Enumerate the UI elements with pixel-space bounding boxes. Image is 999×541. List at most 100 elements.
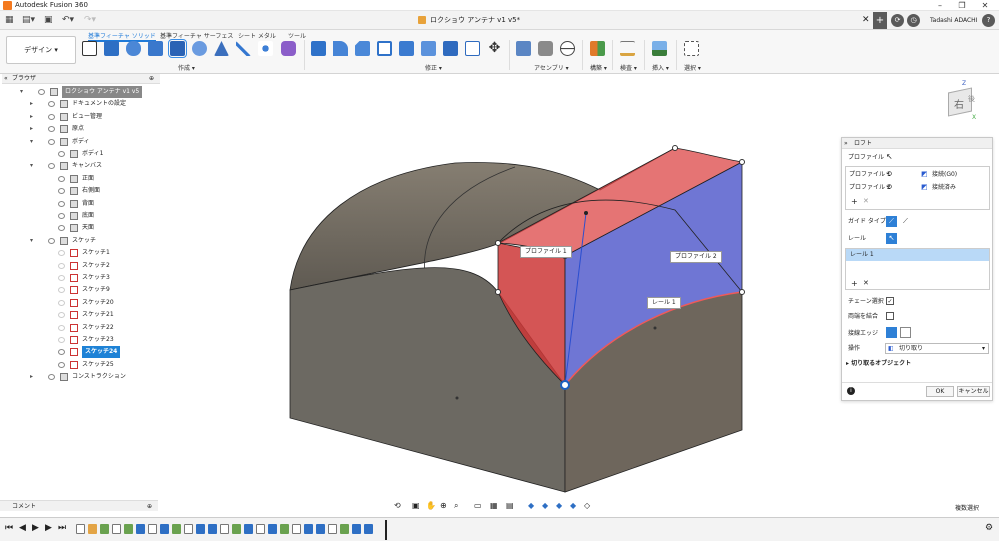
eye-icon[interactable] — [58, 312, 65, 319]
pattern-icon[interactable] — [258, 41, 273, 56]
restore-icon[interactable]: ❐ — [951, 0, 973, 11]
timeline-feature-icon[interactable] — [316, 524, 325, 534]
timeline-feature-icon[interactable] — [328, 524, 337, 534]
pin-icon[interactable]: ⊕ — [149, 74, 154, 84]
chevron-right-icon[interactable]: ▸ — [30, 371, 33, 383]
workspace-switcher-button[interactable]: デザイン ▾ — [6, 36, 76, 64]
redo-icon[interactable]: ↷▾ — [84, 14, 96, 26]
eye-icon[interactable] — [58, 324, 65, 331]
browser-row[interactable]: スケッチ25 — [2, 359, 160, 371]
browser-row[interactable]: スケッチ24 — [2, 346, 160, 359]
browser-row[interactable]: ▾ キャンバス — [2, 160, 160, 172]
browser-row[interactable]: スケッチ21 — [2, 309, 160, 321]
eye-icon[interactable] — [58, 262, 65, 269]
inspect-group-label[interactable]: 検査 ▾ — [620, 63, 637, 72]
construct-group-label[interactable]: 構築 ▾ — [590, 63, 607, 72]
document-tab-title[interactable]: ロクショウ アンテナ v1 v5* — [430, 14, 520, 26]
save-icon[interactable]: ▣ — [44, 14, 53, 26]
assembly-group-label[interactable]: アセンブリ ▾ — [534, 63, 569, 72]
timeline-feature-icon[interactable] — [184, 524, 193, 534]
browser-row[interactable]: 正面 — [2, 173, 160, 185]
fit-icon[interactable]: ⌕ — [454, 501, 458, 511]
eye-icon[interactable] — [58, 188, 65, 195]
collapse-icon[interactable]: « — [4, 74, 8, 84]
browser-row[interactable]: ボディ1 — [2, 148, 160, 160]
grid-settings-icon[interactable]: ▦ — [490, 501, 498, 510]
browser-row[interactable]: ▾ ボディ — [2, 136, 160, 148]
comment-pin-icon[interactable]: ⊕ — [147, 501, 152, 512]
timeline-feature-icon[interactable] — [256, 524, 265, 534]
eye-icon[interactable] — [58, 250, 65, 257]
viewport-settings-icon[interactable]: ▤ — [506, 501, 514, 510]
timeline-feature-icon[interactable] — [364, 524, 373, 534]
mirror-icon[interactable] — [236, 41, 251, 56]
centerline-guide-icon[interactable]: ⟋ — [900, 216, 911, 227]
insert-image-icon[interactable] — [652, 41, 667, 56]
tangent-keep-icon[interactable] — [900, 327, 911, 338]
timeline-feature-icon[interactable] — [160, 524, 169, 534]
timeline-feature-icon[interactable] — [220, 524, 229, 534]
move-icon[interactable]: ✥ — [487, 41, 502, 56]
rail-1-item[interactable]: レール 1 — [846, 249, 989, 261]
minimize-icon[interactable]: – — [929, 0, 951, 11]
extrude-icon[interactable] — [104, 41, 119, 56]
profile-1-name[interactable]: プロファイル 1 — [849, 170, 891, 180]
browser-row[interactable]: ▸ ビュー管理 — [2, 111, 160, 123]
profile-1-loop-icon[interactable]: ⟲ — [886, 170, 892, 178]
profile-2-name[interactable]: プロファイル 2 — [849, 183, 891, 193]
chevron-down-icon[interactable]: ▾ — [20, 86, 23, 98]
chevron-right-icon[interactable]: ▸ — [30, 123, 33, 135]
merge-ends-checkbox[interactable] — [886, 312, 894, 320]
timeline-feature-icon[interactable] — [172, 524, 181, 534]
timeline-feature-icon[interactable] — [232, 524, 241, 534]
info-icon[interactable]: i — [847, 387, 855, 395]
eye-icon[interactable] — [48, 126, 55, 133]
joint-icon[interactable] — [538, 41, 553, 56]
chevron-right-icon[interactable]: ▸ — [30, 98, 33, 110]
profile-1-cond-icon[interactable]: ◩ — [921, 170, 928, 178]
eye-icon[interactable] — [48, 163, 55, 170]
browser-row[interactable]: 天面 — [2, 222, 160, 234]
press-pull-icon[interactable] — [311, 41, 326, 56]
chevron-down-icon[interactable]: ▾ — [30, 235, 33, 247]
display-settings-icon[interactable]: ▭ — [474, 501, 482, 510]
eye-icon[interactable] — [48, 237, 55, 244]
measure-icon[interactable] — [620, 41, 635, 56]
eye-icon[interactable] — [58, 361, 65, 368]
timeline-feature-icon[interactable] — [112, 524, 121, 534]
eye-icon[interactable] — [58, 337, 65, 343]
browser-row[interactable]: 背面 — [2, 198, 160, 210]
selection-filter-icon-4[interactable]: ◆ — [570, 501, 576, 510]
timeline-feature-icon[interactable] — [304, 524, 313, 534]
combine-icon[interactable] — [443, 41, 458, 56]
help-icon[interactable]: ? — [982, 14, 995, 27]
play-icon[interactable]: ▶ — [32, 523, 39, 533]
eye-icon[interactable] — [58, 200, 65, 207]
step-back-icon[interactable]: ◀ — [19, 523, 26, 533]
dialog-collapse-icon[interactable]: » — [844, 138, 848, 149]
tangent-merge-icon[interactable] — [886, 327, 897, 338]
step-forward-icon[interactable]: ▶ — [45, 523, 52, 533]
chain-select-checkbox[interactable]: ✓ — [886, 297, 894, 305]
create-form-icon[interactable] — [281, 41, 296, 56]
browser-row[interactable]: 底面 — [2, 210, 160, 222]
browser-row[interactable]: スケッチ2 — [2, 260, 160, 272]
eye-icon[interactable] — [58, 225, 65, 232]
cancel-button[interactable]: キャンセル — [957, 386, 990, 397]
web-icon[interactable] — [214, 41, 229, 56]
orbit-icon[interactable]: ⟲ — [394, 501, 401, 510]
select-group-label[interactable]: 選択 ▾ — [684, 63, 701, 72]
viewcube[interactable]: Z 右 後 X — [942, 80, 982, 130]
browser-row[interactable]: ▸ 原点 — [2, 123, 160, 135]
notification-icon[interactable]: ◷ — [907, 14, 920, 27]
browser-row[interactable]: ▾ ロクショウ アンテナ v1 v5 — [2, 86, 160, 98]
timeline-feature-icon[interactable] — [196, 524, 205, 534]
chevron-down-icon[interactable]: ▾ — [30, 136, 33, 148]
timeline-feature-icon[interactable] — [148, 524, 157, 534]
browser-row[interactable]: スケッチ9 — [2, 284, 160, 296]
eye-icon[interactable] — [48, 101, 55, 108]
selection-filter-icon-2[interactable]: ◆ — [542, 501, 548, 510]
rail-select-icon[interactable]: ↖ — [886, 233, 897, 244]
profile-2-loop-icon[interactable]: ⟲ — [886, 183, 892, 191]
look-at-icon[interactable]: ▣ — [412, 501, 420, 510]
